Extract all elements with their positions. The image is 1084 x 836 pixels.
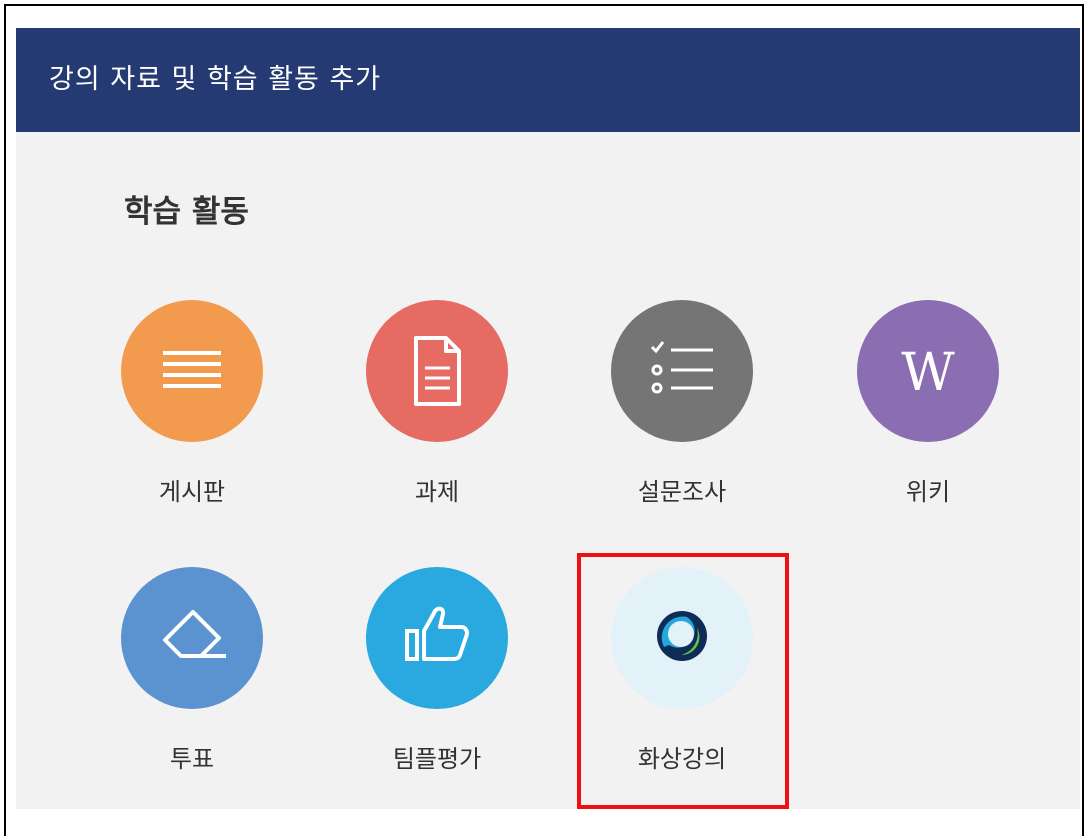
- checklist-icon: [611, 300, 753, 442]
- selection-highlight: [577, 553, 789, 809]
- wiki-w-letter: W: [901, 343, 955, 403]
- section-title: 학습 활동: [124, 194, 249, 230]
- activity-assignment[interactable]: 과제: [337, 300, 537, 530]
- activity-label: 설문조사: [637, 478, 727, 506]
- document-icon: [366, 300, 508, 442]
- activity-team-eval[interactable]: 팀플평가: [337, 567, 537, 797]
- lines-icon: [121, 300, 263, 442]
- activity-vote[interactable]: 투표: [92, 567, 292, 797]
- dialog-header: 강의 자료 및 학습 활동 추가: [16, 28, 1080, 132]
- dialog-title: 강의 자료 및 학습 활동 추가: [49, 64, 382, 95]
- eraser-icon: [121, 567, 263, 709]
- activity-label: 투표: [169, 745, 215, 773]
- activity-label: 위키: [905, 478, 951, 506]
- activity-label: 과제: [414, 478, 460, 506]
- activity-survey[interactable]: 설문조사: [582, 300, 782, 530]
- activity-forum[interactable]: 게시판: [92, 300, 292, 530]
- activity-label: 게시판: [158, 478, 226, 506]
- thumbs-up-icon: [366, 567, 508, 709]
- activity-wiki[interactable]: W 위키: [828, 300, 1028, 530]
- activity-label: 팀플평가: [392, 745, 482, 773]
- wiki-w-icon: W: [857, 300, 999, 442]
